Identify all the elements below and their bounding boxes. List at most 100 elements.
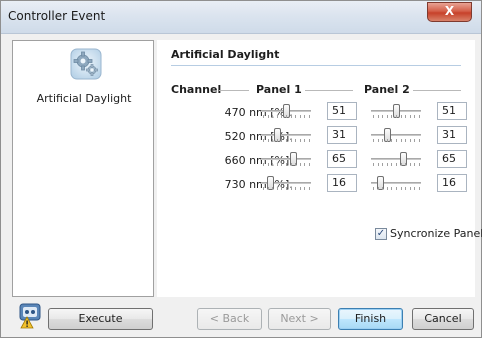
slider-tick <box>309 187 310 190</box>
slider-tick <box>382 115 384 118</box>
slider-tick <box>377 115 379 118</box>
slider-tick <box>419 139 420 142</box>
slider-tick <box>295 139 297 142</box>
slider-tick <box>267 139 269 142</box>
slider-tick <box>400 115 402 118</box>
sync-panels-label: Syncronize Panels <box>390 227 482 240</box>
slider-tick <box>276 187 278 190</box>
execute-button[interactable]: Execute <box>48 308 153 330</box>
column-header-channel: Channel <box>171 83 222 96</box>
slider-tick <box>405 115 407 118</box>
slider-tick <box>419 187 420 190</box>
slider-tick <box>276 139 278 142</box>
column-divider <box>219 90 249 91</box>
slider-tick <box>386 115 388 118</box>
slider-tick <box>373 163 374 166</box>
slider-tick <box>400 139 402 142</box>
slider-tick <box>405 163 407 166</box>
slider-tick <box>405 139 407 142</box>
slider-tick <box>272 115 274 118</box>
slider-tick <box>290 187 292 190</box>
gear-icon <box>68 46 104 82</box>
panel-2-slider[interactable] <box>367 126 425 144</box>
slider-tick <box>400 163 402 166</box>
panel-1-slider[interactable] <box>257 150 315 168</box>
column-header-panel-2: Panel 2 <box>364 83 410 96</box>
slider-tick <box>409 163 411 166</box>
slider-tick <box>281 163 283 166</box>
slider-tick <box>263 163 264 166</box>
slider-tick <box>286 115 287 118</box>
panel-2-value-input[interactable]: 51 <box>437 102 467 120</box>
panel-1-slider[interactable] <box>257 174 315 192</box>
slider-tick <box>377 163 379 166</box>
panel-2-value-input[interactable]: 31 <box>437 126 467 144</box>
back-button[interactable]: < Back <box>197 308 262 330</box>
cancel-button[interactable]: Cancel <box>412 308 474 330</box>
next-button[interactable]: Next > <box>268 308 331 330</box>
panel-2-slider[interactable] <box>367 174 425 192</box>
slider-tick <box>396 163 397 166</box>
slider-tick <box>409 187 411 190</box>
slider-tick <box>373 139 374 142</box>
sync-panels-checkbox[interactable]: ✓ <box>375 228 387 240</box>
panel-1-value-input[interactable]: 31 <box>327 126 357 144</box>
slider-tick <box>281 187 283 190</box>
slider-tick <box>386 163 388 166</box>
slider-tick <box>304 187 306 190</box>
window-title: Controller Event <box>8 9 106 23</box>
slider-tick <box>409 139 411 142</box>
slider-tick <box>419 115 420 118</box>
slider-tick <box>400 187 402 190</box>
slider-tick <box>414 163 416 166</box>
slider-tick <box>373 187 374 190</box>
panel-2-slider[interactable] <box>367 102 425 120</box>
slider-tick <box>304 139 306 142</box>
panel-2-value-input[interactable]: 16 <box>437 174 467 192</box>
panel-heading: Artificial Daylight <box>171 48 280 61</box>
event-list: Artificial Daylight <box>12 40 154 297</box>
slider-tick <box>286 139 287 142</box>
slider-tick <box>299 163 301 166</box>
slider-tick <box>263 187 264 190</box>
slider-tick <box>267 115 269 118</box>
slider-tick <box>391 187 393 190</box>
slider-tick <box>276 163 278 166</box>
slider-tick <box>391 163 393 166</box>
slider-tick <box>281 139 283 142</box>
slider-tick <box>295 163 297 166</box>
panel-1-slider[interactable] <box>257 102 315 120</box>
finish-button[interactable]: Finish <box>338 308 403 330</box>
slider-tick <box>419 163 420 166</box>
slider-tick <box>281 115 283 118</box>
slider-tick <box>377 187 379 190</box>
close-button[interactable]: X <box>427 2 472 22</box>
panel-1-value-input[interactable]: 65 <box>327 150 357 168</box>
slider-tick <box>391 139 393 142</box>
panel-1-value-input[interactable]: 51 <box>327 102 357 120</box>
slider-tick <box>382 139 384 142</box>
settings-panel: Artificial Daylight Channel Panel 1 Pane… <box>157 40 482 297</box>
slider-tick <box>409 115 411 118</box>
slider-tick <box>309 139 310 142</box>
slider-tick <box>309 115 310 118</box>
panel-1-value-input[interactable]: 16 <box>327 174 357 192</box>
slider-tick <box>299 115 301 118</box>
slider-tick <box>396 139 397 142</box>
slider-tick <box>263 139 264 142</box>
slider-tick <box>386 139 388 142</box>
slider-tick <box>396 115 397 118</box>
slider-tick <box>304 163 306 166</box>
slider-tick <box>299 139 301 142</box>
warning-robot-icon <box>18 303 42 329</box>
event-list-item-artificial-daylight[interactable]: Artificial Daylight <box>13 92 155 105</box>
slider-tick <box>304 115 306 118</box>
slider-tick <box>382 187 384 190</box>
panel-1-slider[interactable] <box>257 126 315 144</box>
slider-tick <box>290 139 292 142</box>
panel-2-slider[interactable] <box>367 150 425 168</box>
panel-2-value-input[interactable]: 65 <box>437 150 467 168</box>
slider-tick <box>290 115 292 118</box>
slider-tick <box>377 139 379 142</box>
close-icon: X <box>444 4 455 18</box>
